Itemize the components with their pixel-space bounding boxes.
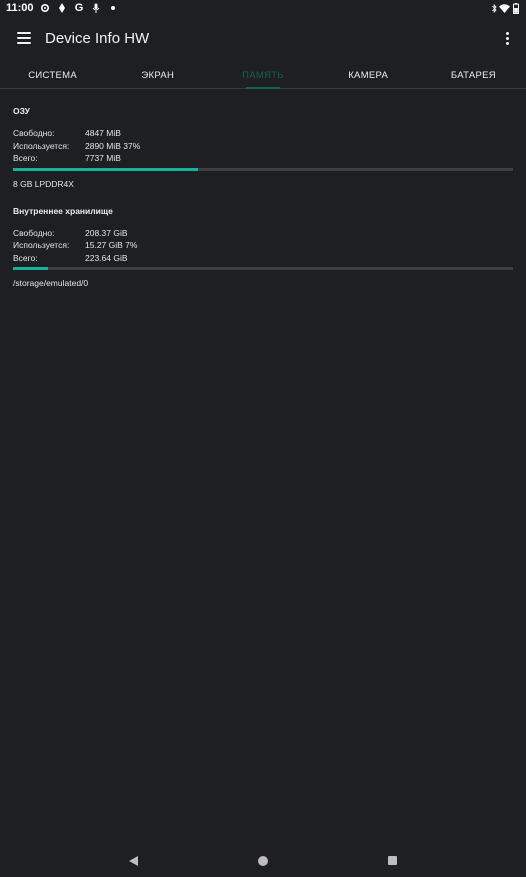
- mic-icon: [91, 3, 102, 14]
- storage-total-value: 223.64 GiB: [85, 252, 128, 263]
- recent-apps-icon[interactable]: [388, 856, 397, 865]
- storage-free-label: Свободно:: [13, 227, 55, 238]
- tab-memory[interactable]: ПАМЯТЬ: [210, 62, 315, 88]
- ram-title: ОЗУ: [13, 106, 30, 116]
- status-bar-right: [491, 2, 520, 14]
- location-icon: [57, 3, 68, 14]
- status-bar: 11:00 G: [0, 0, 526, 16]
- storage-title: Внутреннее хранилище: [13, 205, 113, 216]
- tab-camera[interactable]: КАМЕРА: [316, 62, 421, 88]
- ram-free-label: Свободно:: [13, 128, 55, 138]
- storage-usage-bar: [13, 267, 513, 270]
- ram-used-label: Используется:: [13, 140, 70, 151]
- navigation-bar: [0, 845, 526, 877]
- tab-display[interactable]: ЭКРАН: [105, 62, 210, 88]
- app-bar: Device Info HW: [0, 18, 526, 58]
- storage-used-label: Используется:: [13, 240, 70, 250]
- storage-total-label: Всего:: [13, 252, 38, 263]
- hamburger-menu-icon[interactable]: [14, 28, 34, 48]
- settings-icon: [40, 3, 51, 14]
- ram-section: ОЗУ Свободно: 4847 MiB Используется: 289…: [13, 106, 513, 189]
- ram-type: 8 GB LPDDR4X: [13, 178, 74, 189]
- storage-free-row: Свободно: 208.37 GiB: [13, 227, 513, 240]
- memory-content: ОЗУ Свободно: 4847 MiB Используется: 289…: [13, 106, 513, 288]
- home-icon[interactable]: [258, 856, 268, 866]
- dot-icon: [108, 3, 119, 14]
- ram-usage-bar: [13, 167, 513, 171]
- ram-free-row: Свободно: 4847 MiB: [13, 127, 513, 140]
- battery-icon: [512, 2, 520, 14]
- ram-total-label: Всего:: [13, 153, 38, 163]
- bluetooth-icon: [491, 3, 497, 14]
- more-options-icon[interactable]: [502, 29, 512, 47]
- ram-usage-fill: [13, 167, 198, 171]
- tab-system[interactable]: СИСТЕМА: [0, 62, 105, 88]
- storage-total-row: Всего: 223.64 GiB: [13, 252, 513, 265]
- storage-path: /storage/emulated/0: [13, 278, 89, 288]
- ram-used-value: 2890 MiB 37%: [85, 140, 141, 151]
- ram-free-value: 4847 MiB: [85, 128, 121, 138]
- tab-bar: СИСТЕМА ЭКРАН ПАМЯТЬ КАМЕРА БАТАРЕЯ: [0, 62, 526, 89]
- storage-used-value: 15.27 GiB 7%: [85, 240, 138, 250]
- google-icon: G: [74, 1, 84, 14]
- ram-total-row: Всего: 7737 MiB: [13, 152, 513, 165]
- storage-used-row: Используется: 15.27 GiB 7%: [13, 239, 513, 252]
- status-time: 11:00: [6, 2, 34, 14]
- tab-battery[interactable]: БАТАРЕЯ: [421, 62, 526, 88]
- back-icon[interactable]: [129, 856, 138, 866]
- app-title: Device Info HW: [45, 29, 150, 47]
- storage-section: Внутреннее хранилище Свободно: 208.37 Gi…: [13, 205, 513, 288]
- ram-used-row: Используется: 2890 MiB 37%: [13, 140, 513, 153]
- status-bar-left: 11:00 G: [6, 2, 119, 14]
- storage-free-value: 208.37 GiB: [85, 227, 128, 238]
- storage-usage-fill: [13, 267, 48, 270]
- ram-total-value: 7737 MiB: [85, 153, 121, 163]
- wifi-icon: [499, 3, 510, 14]
